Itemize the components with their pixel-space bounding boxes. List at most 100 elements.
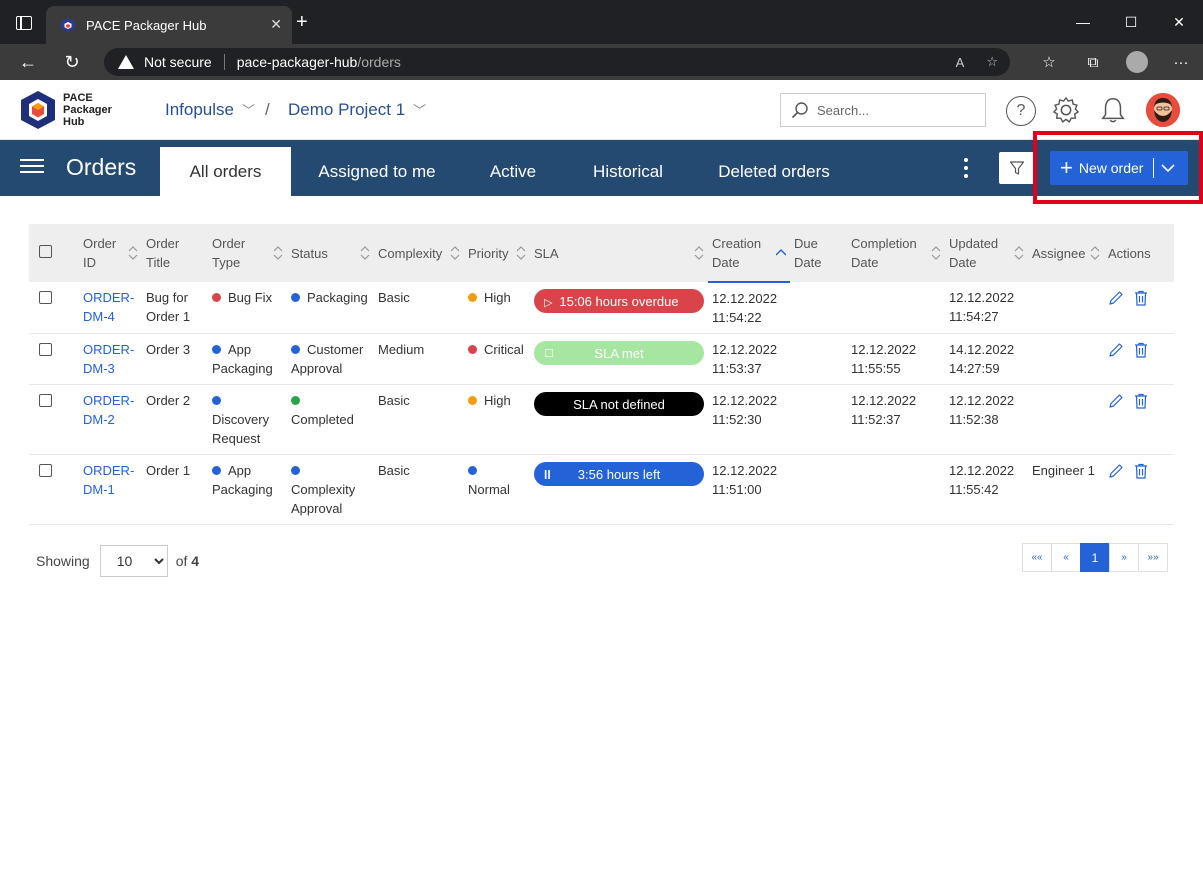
edit-pencil-icon[interactable] (1108, 290, 1124, 306)
assignee-cell (1028, 333, 1104, 385)
trash-icon[interactable] (1134, 342, 1148, 358)
order-id-link[interactable]: ORDER- DM-1 (83, 463, 134, 497)
back-arrow-icon[interactable]: ← (16, 50, 40, 74)
order-id-link[interactable]: ORDER- DM-3 (83, 342, 134, 376)
page-1-button[interactable]: 1 (1080, 543, 1110, 572)
play-icon: ▷ (544, 297, 553, 309)
user-avatar[interactable] (1146, 93, 1180, 127)
more-menu-icon[interactable]: ··· (1159, 44, 1203, 80)
search-input[interactable] (817, 102, 977, 118)
search-box[interactable] (780, 93, 986, 127)
row-checkbox[interactable] (39, 464, 52, 477)
row-checkbox[interactable] (39, 394, 52, 407)
row-checkbox[interactable] (39, 343, 52, 356)
tab-all-orders[interactable]: All orders (160, 147, 291, 196)
header-status[interactable]: Status (287, 224, 374, 282)
new-tab-icon[interactable]: + (296, 12, 308, 32)
header-sla[interactable]: SLA (530, 224, 708, 282)
header-creation-date[interactable]: Creation Date (708, 224, 790, 283)
bell-icon[interactable] (1099, 96, 1127, 124)
page-size-select[interactable]: 10 (99, 545, 168, 577)
status-dot-icon (212, 466, 221, 475)
time-part: 11:53:37 (712, 361, 762, 376)
edit-pencil-icon[interactable] (1108, 393, 1124, 409)
page-size-control: Showing 10 of 4 (36, 545, 199, 577)
trash-icon[interactable] (1134, 393, 1148, 409)
header-assignee[interactable]: Assignee (1028, 224, 1104, 282)
last-page-button[interactable]: »» (1138, 543, 1168, 572)
plus-icon: + (1060, 155, 1073, 180)
header-text: SLA (534, 245, 559, 261)
next-page-button[interactable]: » (1109, 543, 1139, 572)
order-id-link[interactable]: ORDER- DM-2 (83, 393, 134, 427)
trash-icon[interactable] (1134, 463, 1148, 479)
help-icon[interactable]: ? (1006, 96, 1036, 126)
close-tab-icon[interactable]: ✕ (270, 16, 282, 33)
logo-line-3: Hub (63, 116, 85, 128)
order-type-cell: App Packaging (208, 333, 287, 385)
order-type-text: Discovery Request (212, 412, 270, 446)
sla-badge: ll 3:56 hours left (534, 462, 704, 486)
profile-icon[interactable] (1126, 51, 1148, 73)
updated-date-cell: 12.12.2022 11:55:42 (945, 454, 1028, 525)
edit-pencil-icon[interactable] (1108, 342, 1124, 358)
status-text: Packaging (307, 290, 368, 305)
first-page-button[interactable]: «« (1022, 543, 1052, 572)
header-complexity[interactable]: Complexity (374, 224, 464, 282)
address-bar[interactable]: Not secure pace-packager-hub/orders A ☆ (104, 48, 1010, 76)
tab-actions-icon[interactable] (16, 16, 32, 30)
sort-icon (931, 246, 941, 260)
date-part: 12.12.2022 (712, 393, 778, 408)
tab-deleted-orders[interactable]: Deleted orders (706, 147, 842, 196)
breadcrumb-organization[interactable]: Infopulse ﹀ (165, 100, 255, 120)
time-part: 11:55:42 (949, 482, 999, 497)
more-vertical-icon[interactable] (958, 156, 974, 180)
row-checkbox[interactable] (39, 291, 52, 304)
search-icon (791, 102, 808, 119)
pace-logo-icon[interactable] (20, 90, 56, 130)
header-priority[interactable]: Priority (464, 224, 530, 282)
creation-date-cell: 12.12.2022 11:53:37 (708, 333, 790, 385)
orders-table: Order ID Order Title Order Type Status Comp… (29, 224, 1174, 525)
sla-cell: ▷ 15:06 hours overdue (530, 282, 708, 334)
prev-page-button[interactable]: « (1051, 543, 1081, 572)
tab-active[interactable]: Active (478, 147, 548, 196)
order-id-link[interactable]: ORDER- DM-4 (83, 290, 134, 324)
chevron-down-icon[interactable] (1160, 162, 1176, 174)
favorites-icon[interactable]: ☆ (1027, 44, 1071, 80)
new-order-button[interactable]: + New order (1050, 151, 1188, 185)
browser-tab[interactable]: PACE Packager Hub ✕ (46, 6, 292, 44)
showing-label: Showing (36, 553, 90, 569)
date-part: 12.12.2022 (712, 291, 778, 306)
header-due-date[interactable]: Due Date (790, 224, 847, 282)
breadcrumb-project[interactable]: Demo Project 1 ﹀ (288, 100, 426, 120)
close-window-icon[interactable]: ✕ (1155, 0, 1203, 44)
add-favorite-icon[interactable]: ☆ (986, 54, 998, 70)
sla-cell: ☐ SLA met (530, 333, 708, 385)
hamburger-menu-icon[interactable] (20, 159, 44, 173)
read-aloud-icon[interactable]: A (956, 55, 965, 70)
header-completion-date[interactable]: Completion Date (847, 224, 945, 282)
tab-historical[interactable]: Historical (583, 147, 673, 196)
row-select-cell (29, 282, 79, 334)
date-part: 12.12.2022 (851, 342, 917, 357)
select-all-checkbox[interactable] (39, 244, 52, 258)
header-order-title[interactable]: Order Title (142, 224, 208, 282)
assignee-cell (1028, 384, 1104, 455)
header-order-id[interactable]: Order ID (79, 224, 142, 282)
minimize-icon[interactable]: — (1059, 0, 1107, 44)
filter-button[interactable] (999, 152, 1035, 184)
order-id-part: ORDER- (83, 290, 135, 305)
edit-pencil-icon[interactable] (1108, 463, 1124, 479)
maximize-icon[interactable]: ☐ (1107, 0, 1155, 44)
button-divider (1153, 158, 1155, 178)
header-updated-date[interactable]: Updated Date (945, 224, 1028, 282)
status-cell: Complexity Approval (287, 454, 374, 525)
trash-icon[interactable] (1134, 290, 1148, 306)
gear-icon[interactable] (1052, 96, 1080, 124)
header-order-type[interactable]: Order Type (208, 224, 287, 282)
refresh-icon[interactable]: ↻ (60, 50, 84, 74)
sort-icon (128, 246, 138, 260)
collections-icon[interactable]: ⧉ (1071, 44, 1115, 80)
tab-assigned-to-me[interactable]: Assigned to me (307, 147, 447, 196)
